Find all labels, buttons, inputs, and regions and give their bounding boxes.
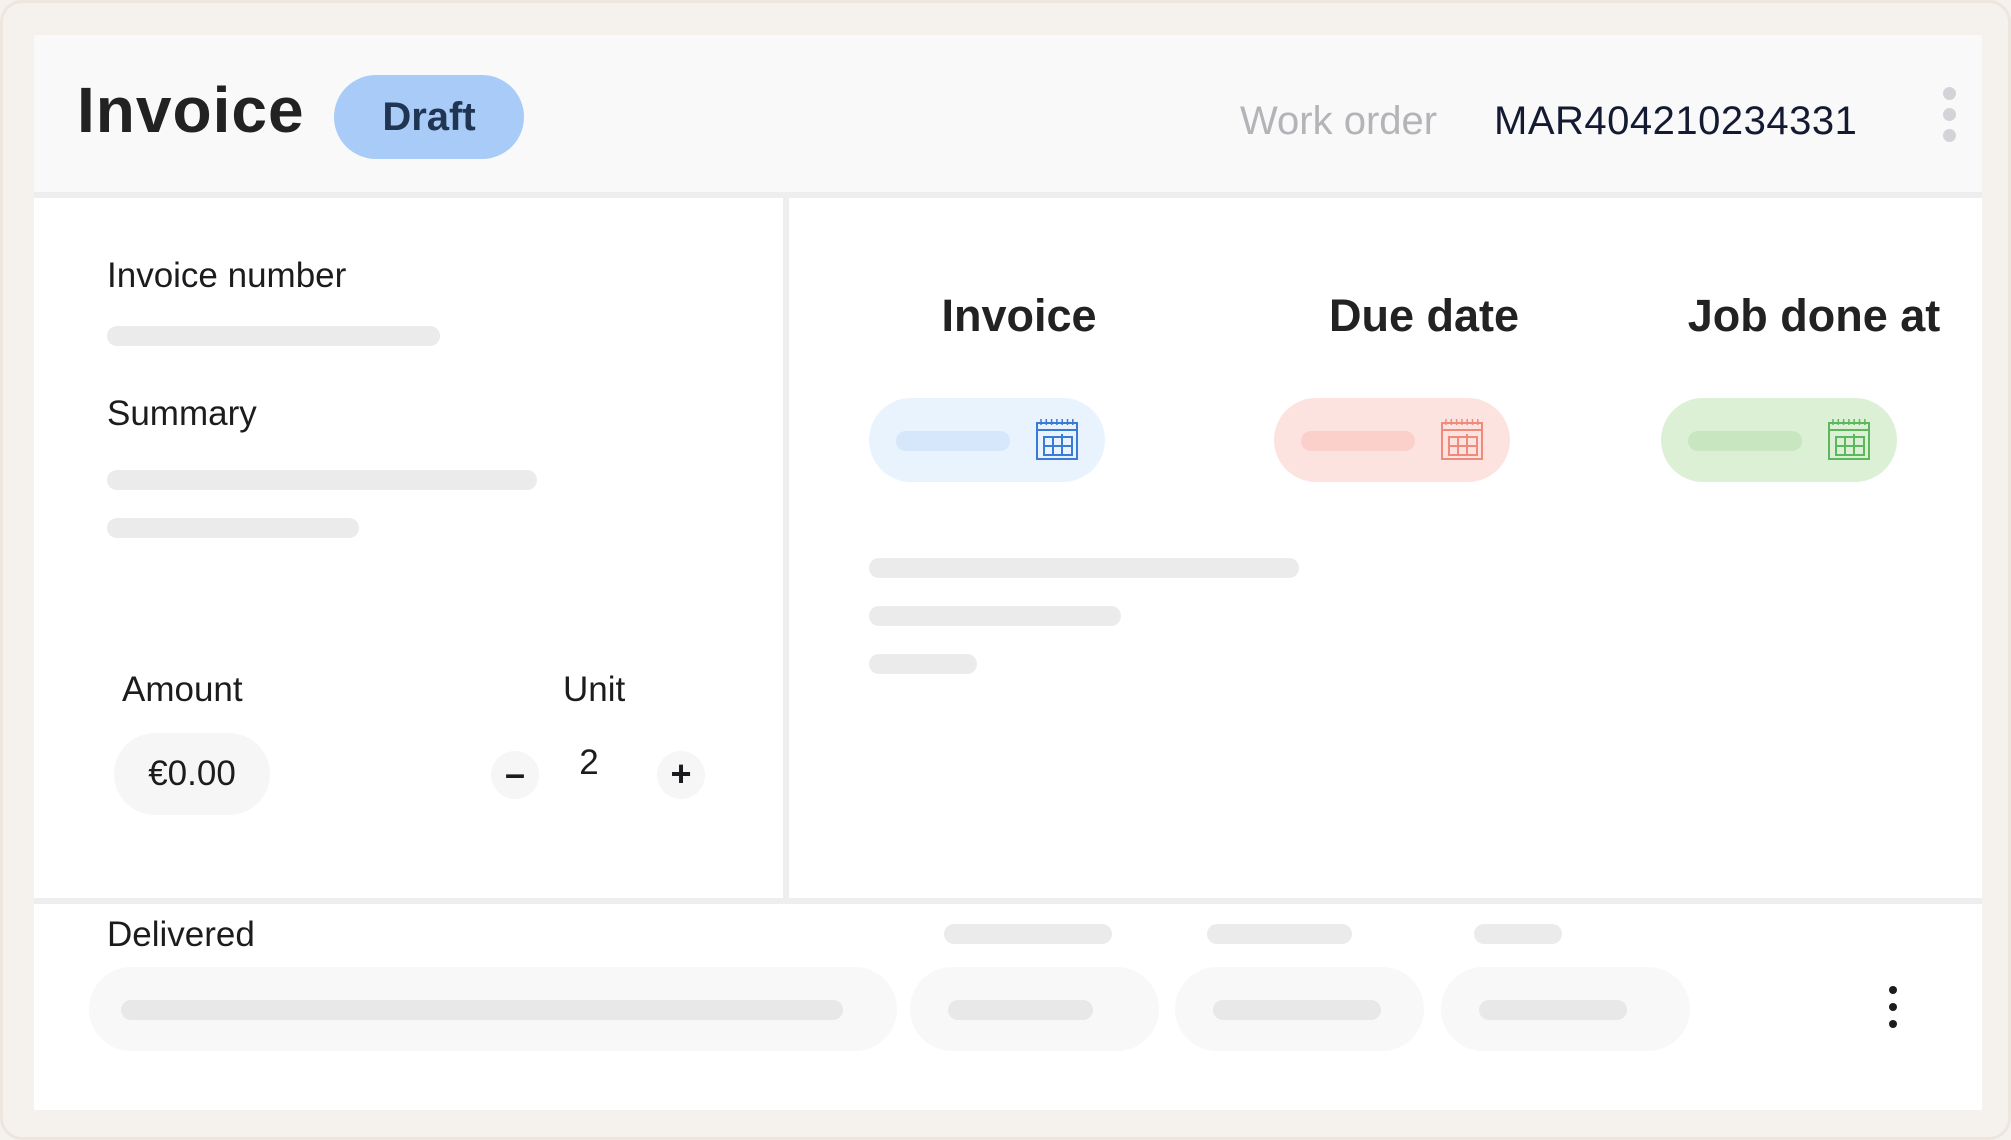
- panel-divider: [783, 198, 789, 898]
- invoice-date-picker[interactable]: [869, 398, 1105, 482]
- window-frame: Invoice Draft Work order MAR404210234331…: [0, 0, 2011, 1140]
- invoice-header: Invoice Draft Work order MAR404210234331: [34, 35, 1982, 198]
- details-placeholder-line: [869, 654, 977, 674]
- summary-placeholder-line: [107, 470, 537, 490]
- invoice-details-panel: Invoice number Summary Amount €0.00 Unit…: [34, 198, 784, 898]
- row-menu-icon[interactable]: [1886, 986, 1900, 1030]
- job-done-at-picker[interactable]: [1661, 398, 1897, 482]
- calendar-icon: [1441, 419, 1483, 460]
- delivered-value-field[interactable]: [910, 967, 1159, 1051]
- amount-label: Amount: [122, 670, 243, 709]
- unit-label: Unit: [563, 670, 626, 709]
- calendar-icon: [1036, 419, 1078, 460]
- work-order-value: MAR404210234331: [1494, 99, 1858, 143]
- invoice-number-placeholder: [107, 326, 440, 346]
- invoice-date-title: Invoice: [941, 290, 1097, 341]
- summary-label: Summary: [107, 394, 257, 433]
- column-header-placeholder: [944, 924, 1112, 944]
- amount-field[interactable]: €0.00: [114, 733, 270, 815]
- date-placeholder: [1301, 431, 1415, 451]
- summary-placeholder-line: [107, 518, 359, 538]
- due-date-title: Due date: [1328, 290, 1520, 341]
- details-placeholder-line: [869, 606, 1121, 626]
- delivered-item-field[interactable]: [89, 967, 897, 1051]
- more-options-icon[interactable]: [1939, 87, 1959, 157]
- unit-value: 2: [579, 743, 599, 782]
- work-order-label: Work order: [1240, 99, 1438, 143]
- details-placeholder-line: [869, 558, 1299, 578]
- column-header-placeholder: [1207, 924, 1352, 944]
- due-date-picker[interactable]: [1274, 398, 1510, 482]
- date-placeholder: [1688, 431, 1802, 451]
- invoice-number-label: Invoice number: [107, 256, 347, 295]
- page-title: Invoice: [77, 74, 305, 146]
- invoice-card: Invoice Draft Work order MAR404210234331…: [34, 35, 1982, 1110]
- delivered-value-field[interactable]: [1175, 967, 1424, 1051]
- delivered-label: Delivered: [107, 915, 255, 954]
- date-placeholder: [896, 431, 1010, 451]
- increment-button[interactable]: +: [657, 751, 705, 799]
- delivered-value-field[interactable]: [1441, 967, 1690, 1051]
- section-divider: [34, 898, 1982, 904]
- calendar-icon: [1828, 419, 1870, 460]
- decrement-button[interactable]: –: [491, 751, 539, 799]
- job-done-at-title: Job done at: [1687, 290, 1941, 341]
- status-badge: Draft: [334, 75, 524, 159]
- column-header-placeholder: [1474, 924, 1562, 944]
